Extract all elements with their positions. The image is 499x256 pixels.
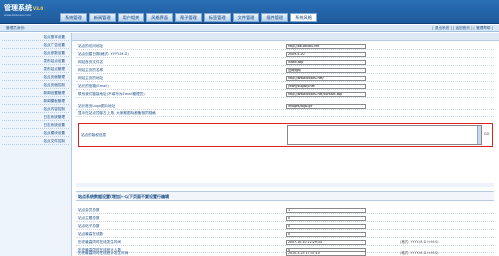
copyright-row: 站点的版权信息 GO	[78, 123, 493, 147]
sidebar-item[interactable]: 日志系统设置	[2, 121, 69, 129]
sidebar-item[interactable]: 站点模块设置	[2, 129, 69, 137]
site-created-date-input[interactable]: 2009-5-20	[286, 52, 366, 57]
field-label: 网站主页的名称	[78, 68, 104, 72]
copyright-textarea[interactable]	[287, 125, 482, 145]
format-hint: (格式: YYYY-M-D H:M:S)	[400, 251, 439, 255]
field-label: 历史最高同时在线统计发生时间	[78, 251, 129, 255]
field-label: 站点的版权信息	[81, 133, 107, 137]
nav-tab-plugins[interactable]: 插件管理	[261, 13, 289, 22]
member-count-input[interactable]: 1	[286, 208, 366, 213]
sidebar-item[interactable]: 站点内容控制	[2, 105, 69, 113]
form-row: 站点会员总数 1	[76, 207, 494, 214]
sidebar-item[interactable]: 站点页面管理	[2, 73, 69, 81]
field-label: 站点最高在线数	[78, 232, 104, 236]
form-row: 站点创建日期(格式: YYYY-M-D) 2009-5-20	[76, 51, 494, 58]
logo-url-input[interactable]: images/logo.gif	[286, 104, 366, 109]
post-count-input[interactable]: 0	[286, 224, 366, 229]
field-label: 站点主题总数	[78, 216, 100, 220]
form-row: 站长的信箱(Email) yew@bugsky.net	[76, 83, 494, 90]
field-label: 显示在站点顶部左上角, 大家都图标都备相同规格	[78, 111, 156, 115]
sidebar-item[interactable]: 站点页面控制	[2, 81, 69, 89]
field-label: 网站主页的地址	[78, 76, 104, 80]
field-label: 联系我们链接地址(不填写为Email管理员)	[78, 92, 145, 96]
form-row: 网站首页文件名 index.asp	[76, 59, 494, 66]
form-row: 显示在站点顶部左上角, 大家都图标都备相同规格	[76, 110, 494, 117]
field-label: 站点的访问地址	[78, 44, 104, 48]
nav-tab-system[interactable]: 系统管理	[60, 13, 87, 22]
welcome-text: 管理员身份:	[6, 26, 26, 30]
content-header-bar	[72, 33, 499, 41]
sidebar-item[interactable]: 站点参数设置	[2, 49, 69, 57]
nav-tab-system-style[interactable]: 系统风格	[290, 13, 317, 22]
separator	[76, 183, 494, 187]
form-row: 站点帖子总数 0	[76, 223, 494, 230]
go-button[interactable]: GO	[484, 132, 489, 136]
field-label: 站点帖子总数	[78, 224, 100, 228]
admin-email-input[interactable]: yew@bugsky.net	[286, 84, 366, 89]
nav-tab-files[interactable]: 文件管理	[232, 13, 260, 22]
header-links[interactable]: [ 退出系统 ] [ 返回首页 ] [ 管理帮助 ]	[432, 26, 493, 31]
app-version: V3.0	[33, 6, 44, 11]
nav-tab-help[interactable]: 帮子管理	[175, 13, 202, 22]
sidebar-item[interactable]: 站点文件控制	[2, 137, 69, 145]
field-label: 历史最高同时在线发生时间	[78, 240, 122, 244]
form-row: 站点主题总数 0	[76, 215, 494, 222]
field-label: 站点创建日期(格式: YYYY-M-D)	[78, 52, 129, 56]
main-nav: 系统管理 新闻管理 用户相关 风格界面 帮子管理 标签管理 文件管理 插件管理 …	[60, 13, 317, 22]
form-row: 站点的访问地址 http://bb.864bu.net	[76, 43, 494, 50]
sidebar-item[interactable]: 新闻模板管理	[2, 97, 69, 105]
sidebar: 站点基本设置 站点广告设置 站点参数设置 发布站点设置 发布站点管理 站点页面管…	[0, 33, 72, 256]
sidebar-item[interactable]: 新闻设置管理	[2, 89, 69, 97]
form-row: 站长首页Logo图片地址 images/logo.gif	[76, 103, 494, 110]
home-name-input[interactable]: 旧网络网	[286, 68, 366, 73]
form-row: 联系我们链接地址(不填写为Email管理员) http://www.864bu.…	[76, 91, 494, 98]
form-row: 历史最高同时在线统计发生时间 2010-3-23 17:37:10 (格式: Y…	[76, 251, 494, 256]
sidebar-item[interactable]: 站点基本设置	[2, 33, 69, 41]
topic-count-input[interactable]: 0	[286, 216, 366, 221]
field-label: 站点会员总数	[78, 208, 100, 212]
field-label: 站长首页Logo图片地址	[78, 104, 116, 108]
sidebar-item[interactable]: 发布站点管理	[2, 65, 69, 73]
max-online-time-input[interactable]: 2007-10-10 22:29:34	[286, 240, 366, 245]
form-row: 历史最高同时在线发生时间 2007-10-10 22:29:34 (格式: YY…	[76, 239, 494, 246]
contact-url-input[interactable]: http://www.864bu.net/contact.asp	[286, 92, 366, 97]
field-label: 站长的信箱(Email)	[78, 84, 109, 88]
home-url-input[interactable]: http://www.864bu.net/	[286, 76, 366, 81]
nav-tab-tags[interactable]: 标签管理	[203, 13, 231, 22]
sidebar-item[interactable]: 发布站点设置	[2, 57, 69, 65]
section-title: 站点系统数据设置(增加)--以下页面不要设置行编辑	[76, 191, 494, 201]
app-subtitle: www.bzaowu.com	[4, 13, 31, 17]
nav-tab-style[interactable]: 风格界面	[146, 13, 174, 22]
field-label: 网站首页文件名	[78, 60, 104, 64]
settings-form: 站点的访问地址 http://bb.864bu.net 站点创建日期(格式: Y…	[76, 43, 494, 253]
form-row: 网站主页的名称 旧网络网	[76, 67, 494, 74]
nav-tab-news[interactable]: 新闻管理	[88, 13, 116, 22]
max-online-stat-time-input[interactable]: 2010-3-23 17:37:10	[286, 251, 366, 256]
sidebar-item[interactable]: 日志系统管理	[2, 113, 69, 121]
form-row: 网站主页的地址 http://www.864bu.net/	[76, 75, 494, 82]
app-title: 管理系统	[4, 4, 32, 12]
format-hint: (格式: YYYY-M-D H:M:S)	[400, 240, 439, 244]
sidebar-item[interactable]: 站点广告设置	[2, 41, 69, 49]
index-file-input[interactable]: index.asp	[286, 60, 366, 65]
nav-tab-users[interactable]: 用户相关	[117, 13, 145, 22]
max-online-input[interactable]: 0	[286, 232, 366, 237]
sub-header: 管理员身份: [ 退出系统 ] [ 返回首页 ] [ 管理帮助 ]	[0, 25, 499, 32]
textarea-scrollbar[interactable]	[477, 126, 481, 144]
form-row: 站点最高在线数 0	[76, 231, 494, 238]
site-url-input[interactable]: http://bb.864bu.net	[286, 44, 366, 49]
app-logo: 管理系统V3.0 www.bzaowu.com	[4, 4, 54, 20]
